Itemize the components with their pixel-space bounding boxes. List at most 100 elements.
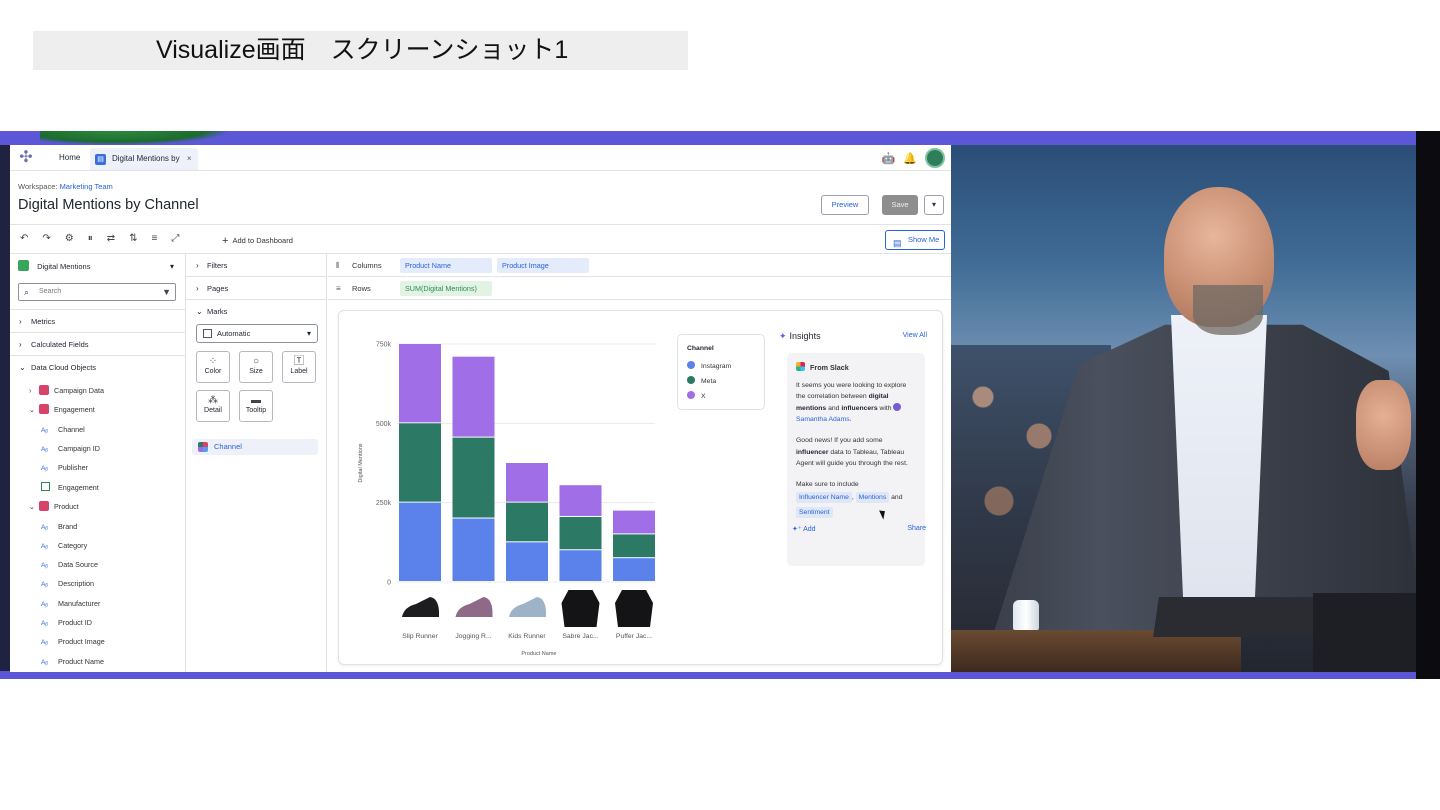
bell-icon[interactable]: 🔔	[903, 152, 917, 165]
object-campaign-data[interactable]: › Campaign Data	[29, 381, 104, 400]
data-source-name: Digital Mentions	[37, 262, 91, 271]
dimension-icon: Aᵦ	[41, 543, 48, 550]
fit-icon[interactable]: ⤢	[171, 233, 179, 244]
tooltip-button[interactable]: ▬ Tooltip	[239, 390, 273, 422]
legend-item-instagram[interactable]: Instagram	[687, 359, 764, 374]
search-input[interactable]: ⌕ Search ▼	[18, 283, 176, 301]
slack-icon	[796, 362, 805, 371]
show-me-button[interactable]: ▤ Show Me	[885, 230, 945, 250]
bar-segment	[452, 356, 495, 437]
sort-desc-icon[interactable]: ≡	[152, 233, 158, 244]
mark-type-select[interactable]: Automatic ▾	[196, 324, 318, 343]
y-tick-label: 500k	[376, 421, 392, 428]
section-data-cloud-objects[interactable]: ⌄ Data Cloud Objects	[10, 355, 186, 378]
field-description[interactable]: Aᵦ Description	[41, 574, 94, 593]
cards-pane: › Filters › Pages ⌄ Marks Automatic ▾ ⁘ Colo…	[186, 254, 327, 672]
tab-digital-mentions[interactable]: ▤ Digital Mentions by ×	[90, 148, 198, 170]
settings-icon[interactable]: ⚙	[65, 233, 74, 244]
save-options-button[interactable]: ▾	[924, 195, 944, 215]
save-button[interactable]: Save	[882, 195, 918, 215]
field-product-name[interactable]: Aᵦ Product Name	[41, 652, 104, 671]
undo-icon[interactable]: ↶	[20, 233, 28, 244]
legend-item-meta[interactable]: Meta	[687, 374, 764, 389]
add-button[interactable]: ✦⁺ Add	[792, 525, 816, 533]
label-button[interactable]: 🅃 Label	[282, 351, 316, 383]
filter-icon[interactable]: ▼	[162, 284, 171, 300]
field-brand[interactable]: Aᵦ Brand	[41, 517, 77, 536]
workspace-link[interactable]: Marketing Team	[60, 182, 113, 191]
product-name-pill[interactable]: Product Name	[400, 258, 492, 273]
size-button[interactable]: ○ Size	[239, 351, 273, 383]
y-axis-label: Digital Mentions	[358, 443, 364, 482]
sum-digital-mentions-pill[interactable]: SUM(Digital Mentions)	[400, 281, 492, 296]
redo-icon[interactable]: ↷	[42, 233, 50, 244]
pause-icon[interactable]: ⏸	[88, 233, 93, 244]
color-icon	[198, 442, 208, 452]
mark-type-icon	[203, 329, 212, 338]
field-channel[interactable]: Aᵦ Channel	[41, 420, 85, 439]
channel-color-pill[interactable]: Channel	[192, 439, 318, 455]
field-manufacturer[interactable]: Aᵦ Manufacturer	[41, 594, 100, 613]
insight-bold: influencers	[841, 404, 878, 412]
chevron-right-icon: ›	[196, 284, 199, 293]
preview-button[interactable]: Preview	[821, 195, 869, 215]
color-button[interactable]: ⁘ Color	[196, 351, 230, 383]
tag-influencer-name[interactable]: Influencer Name	[796, 492, 852, 504]
bar-segment	[506, 502, 548, 542]
tag-mentions[interactable]: Mentions	[855, 492, 890, 504]
insight-card: From Slack It seems you were looking to …	[787, 353, 925, 566]
insight-text: and	[891, 494, 903, 502]
agent-icon[interactable]: 🤖	[882, 152, 896, 165]
section-calculated-fields[interactable]: › Calculated Fields	[10, 332, 186, 355]
view-all-link[interactable]: View All	[903, 332, 927, 339]
columns-icon: ⦀	[336, 261, 340, 270]
field-campaign-id[interactable]: Aᵦ Campaign ID	[41, 439, 100, 458]
object-product[interactable]: ⌄ Product	[29, 497, 79, 516]
bar-segment	[613, 510, 655, 534]
filters-card[interactable]: › Filters	[186, 254, 327, 277]
size-icon: ○	[252, 356, 260, 367]
sort-asc-icon[interactable]: ⇅	[129, 233, 137, 244]
pages-card[interactable]: › Pages	[186, 277, 327, 300]
tag-sentiment[interactable]: Sentiment	[796, 507, 833, 519]
top-right-icons: 🤖 🔔	[882, 147, 945, 169]
chevron-down-icon: ⌄	[29, 504, 35, 511]
legend-item-x[interactable]: X	[687, 389, 764, 404]
field-label: Channel	[58, 425, 85, 434]
field-engagement[interactable]: Engagement	[41, 478, 99, 497]
pages-label: Pages	[207, 284, 229, 293]
object-icon	[39, 404, 49, 414]
add-to-dashboard-button[interactable]: + Add to Dashboard	[222, 235, 293, 247]
field-data-source[interactable]: Aᵦ Data Source	[41, 555, 98, 574]
product-image-pill[interactable]: Product Image	[497, 258, 589, 273]
product-shoe-image	[402, 597, 439, 617]
field-publisher[interactable]: Aᵦ Publisher	[41, 458, 88, 477]
x-tick-label: Puffer Jac...	[616, 633, 652, 640]
rows-label: Rows	[352, 284, 371, 293]
field-product-id[interactable]: Aᵦ Product ID	[41, 613, 92, 632]
tableau-logo-icon[interactable]: ✣	[17, 149, 35, 167]
chevron-down-icon: ⌄	[29, 407, 35, 414]
share-button[interactable]: Share	[907, 525, 926, 532]
close-icon[interactable]: ×	[187, 154, 192, 163]
field-product-image[interactable]: Aᵦ Product Image	[41, 632, 105, 651]
swap-icon[interactable]: ⇄	[107, 233, 115, 244]
x-tick-label: Sabre Jac...	[562, 633, 598, 640]
data-source-selector[interactable]: Digital Mentions ▾	[18, 260, 178, 274]
detail-label: Detail	[204, 407, 222, 414]
detail-button[interactable]: ⁂ Detail	[196, 390, 230, 422]
rows-shelf[interactable]: ≡ Rows SUM(Digital Mentions)	[328, 277, 951, 300]
section-metrics[interactable]: › Metrics	[10, 309, 186, 332]
marks-card[interactable]: ⌄ Marks	[186, 300, 327, 323]
tab-home[interactable]: Home	[50, 145, 89, 171]
object-label: Product	[54, 502, 79, 511]
object-engagement[interactable]: ⌄ Engagement	[29, 400, 95, 419]
legend-title: Channel	[687, 345, 714, 352]
columns-shelf[interactable]: ⦀ Columns Product Name Product Image	[328, 254, 951, 277]
bar-segment	[613, 558, 655, 581]
field-category[interactable]: Aᵦ Category	[41, 536, 87, 555]
laptop	[1153, 597, 1319, 637]
stacked-bar-chart: 0 250k 500k 750k Digital Mentions Slip Runner…	[358, 342, 655, 657]
avatar[interactable]	[925, 148, 945, 168]
insight-text: Make sure to include	[796, 480, 859, 488]
